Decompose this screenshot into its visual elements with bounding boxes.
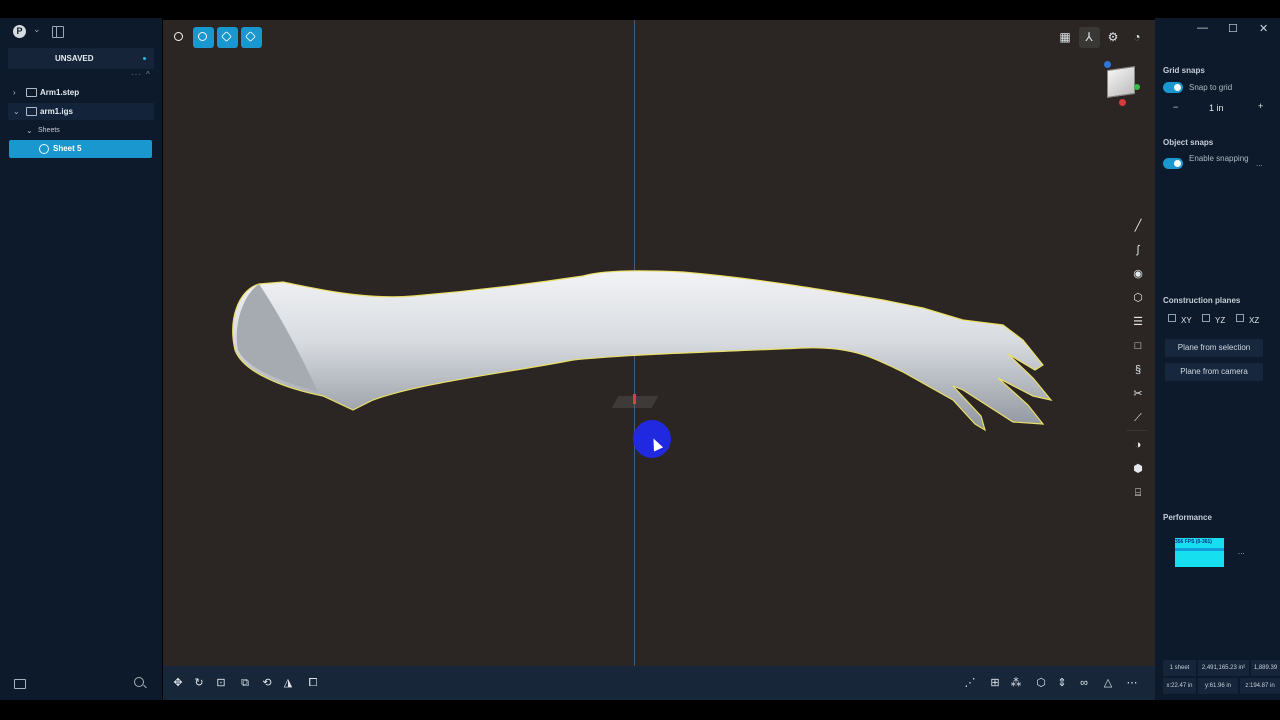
close-button[interactable]: ✕ <box>1259 22 1268 35</box>
surface-area: 2,491,165.23 in² <box>1198 660 1249 676</box>
align-icon[interactable]: ⇕ <box>1055 676 1069 690</box>
maximize-button[interactable]: ☐ <box>1228 22 1238 35</box>
array-icon[interactable]: ⊞ <box>988 676 1002 690</box>
left-sidebar: P ⌄ UNSAVED ··· ^ › Arm1.step ⌄ arm1.igs… <box>0 18 162 700</box>
link-icon[interactable]: ∞ <box>1077 676 1091 690</box>
tree-item-sheet-5[interactable]: Sheet 5 <box>9 140 152 158</box>
right-sidebar: — ☐ ✕ Grid snaps Snap to grid − 1 in + O… <box>1155 18 1280 700</box>
tree-item-label: Arm1.step <box>40 88 80 97</box>
plane-xz-button[interactable]: XZ <box>1236 314 1259 325</box>
group-icon[interactable]: ⁂ <box>1009 676 1023 690</box>
plane-label: XZ <box>1249 316 1260 325</box>
boolean-icon[interactable]: ⬡ <box>1034 676 1048 690</box>
minimize-button[interactable]: — <box>1197 22 1208 34</box>
sidebar-toggle-icon[interactable] <box>52 26 64 38</box>
offset-icon[interactable]: ⟲ <box>260 676 274 690</box>
grid-snaps-title: Grid snaps <box>1163 66 1205 75</box>
unsaved-dot-icon <box>143 57 146 60</box>
plane-xy-button[interactable]: XY <box>1168 314 1192 325</box>
folder-icon <box>26 88 37 97</box>
sheet-icon <box>39 144 49 154</box>
arm-model[interactable] <box>163 20 1155 666</box>
title-bar <box>0 0 1280 18</box>
enable-snapping-toggle[interactable] <box>1163 158 1183 169</box>
tree-item-label: Sheet 5 <box>53 144 82 153</box>
plane-from-camera-button[interactable]: Plane from camera <box>1165 363 1263 381</box>
tree-item-label: Sheets <box>38 127 60 134</box>
chevron-right-icon[interactable]: › <box>13 84 16 101</box>
construction-planes-title: Construction planes <box>1163 296 1241 305</box>
move-icon[interactable]: ✥ <box>171 676 185 690</box>
plane-from-selection-button[interactable]: Plane from selection <box>1165 339 1263 357</box>
tree-item-arm1-igs[interactable]: ⌄ arm1.igs <box>8 103 154 120</box>
snap-options-button[interactable]: ... <box>1256 159 1263 168</box>
fps-history-bars <box>1175 548 1224 551</box>
plane-label: XY <box>1181 316 1192 325</box>
open-folder-icon[interactable] <box>14 679 26 689</box>
mirror-icon[interactable]: ◮ <box>281 676 295 690</box>
collapse-icon[interactable]: ^ <box>146 70 150 79</box>
plane-icon <box>1236 314 1244 322</box>
bottom-bar <box>0 700 1280 720</box>
enable-snapping-label: Enable snapping <box>1189 154 1249 163</box>
decrement-button[interactable]: − <box>1173 102 1178 112</box>
fps-readout: 356 FPS (0-361) <box>1175 539 1212 545</box>
grid-size-value[interactable]: 1 in <box>1209 103 1224 113</box>
cursor-y: y:61.96 in <box>1198 678 1238 694</box>
performance-options-button[interactable]: ... <box>1238 547 1245 556</box>
snap-to-grid-label: Snap to grid <box>1189 83 1233 92</box>
tree-item-arm1-step[interactable]: › Arm1.step <box>8 84 154 101</box>
snap-to-grid-toggle[interactable] <box>1163 82 1183 93</box>
zoom-icon[interactable] <box>134 677 144 687</box>
duplicate-icon[interactable]: ⧠ <box>306 676 320 690</box>
more-options-icon[interactable]: ··· <box>131 70 142 79</box>
scale-icon[interactable]: ⊡ <box>214 676 228 690</box>
document-status-label: UNSAVED <box>55 54 94 63</box>
increment-button[interactable]: + <box>1258 101 1263 111</box>
snap-line-icon[interactable]: ⋰ <box>963 676 977 690</box>
rotate-icon[interactable]: ↻ <box>192 676 206 690</box>
copy-icon[interactable]: ⧉ <box>238 676 252 690</box>
cursor-z: z:194.87 in <box>1240 678 1280 694</box>
user-avatar[interactable]: P <box>13 25 26 38</box>
volume-value: 1,889.39 <box>1251 660 1280 676</box>
grid-size-stepper[interactable]: − 1 in + <box>1163 100 1271 118</box>
tree-item-label: arm1.igs <box>40 107 73 116</box>
chevron-down-icon[interactable]: ⌄ <box>13 103 20 120</box>
document-status[interactable]: UNSAVED <box>8 48 154 69</box>
plane-label: YZ <box>1215 316 1226 325</box>
tree-item-sheets[interactable]: ⌄ Sheets <box>8 122 154 139</box>
sheet-count: 1 sheet <box>1163 660 1196 676</box>
performance-title: Performance <box>1163 513 1212 522</box>
bottom-toolbar: ✥ ↻ ⊡ ⧉ ⟲ ◮ ⧠ ⋰ ⊞ ⁂ ⬡ ⇕ ∞ △ ⋯ <box>163 666 1155 700</box>
plane-icon <box>1168 314 1176 322</box>
plane-icon <box>1202 314 1210 322</box>
object-snaps-title: Object snaps <box>1163 138 1214 147</box>
cone-icon[interactable]: △ <box>1101 676 1115 690</box>
chevron-down-icon[interactable]: ⌄ <box>26 122 33 139</box>
plane-yz-button[interactable]: YZ <box>1202 314 1225 325</box>
chevron-down-icon[interactable]: ⌄ <box>33 24 41 35</box>
more-icon[interactable]: ⋯ <box>1125 676 1139 690</box>
cursor-x: x:22.47 in <box>1163 678 1196 694</box>
origin-marker <box>633 394 636 404</box>
performance-graph: 356 FPS (0-361) <box>1175 538 1224 567</box>
folder-icon <box>26 107 37 116</box>
3d-viewport[interactable]: ▦ ⅄ ⚙ ◔ ╱ ∫ ◉ ⬡ ☰ □ § ✂ ⟋ ◑ ⬢ ⌸ ✥ ↻ ⊡ ⧉ … <box>163 20 1155 700</box>
